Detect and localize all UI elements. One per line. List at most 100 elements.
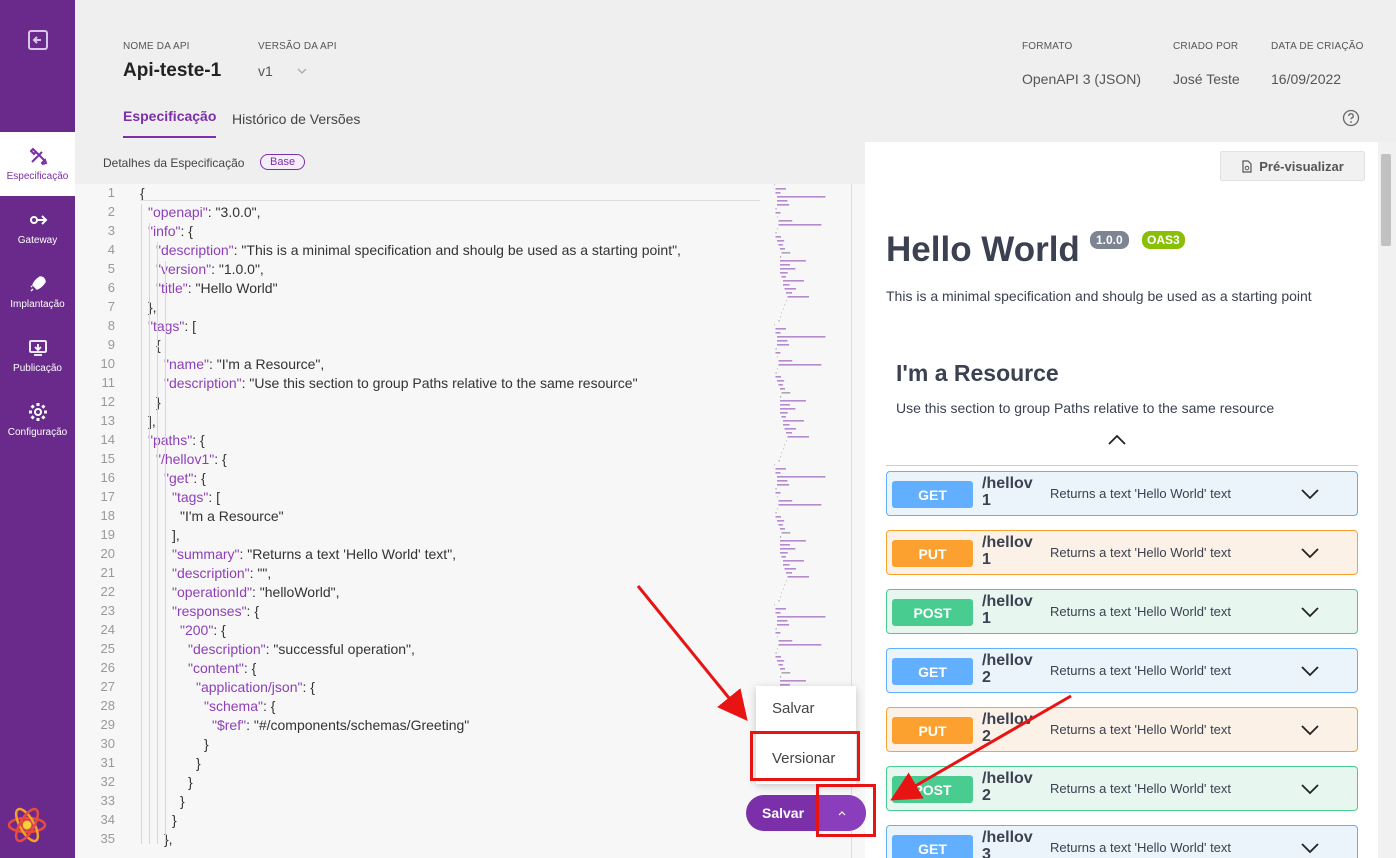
- operation-get[interactable]: GET/hellov 2 Returns a text 'Hello World'…: [886, 648, 1358, 693]
- code-line: "description": "successful operation",: [188, 641, 415, 657]
- line-number: 6: [107, 280, 115, 295]
- minimap-line: [781, 556, 786, 558]
- minimap-line: [786, 440, 787, 442]
- minimap-line: [781, 452, 783, 454]
- chevron-down-icon[interactable]: [1300, 546, 1320, 560]
- preview-title: Hello World: [886, 230, 1080, 269]
- line-number: 14: [100, 432, 115, 447]
- tag-name[interactable]: I'm a Resource: [896, 360, 1059, 387]
- minimap-line: [783, 560, 804, 562]
- minimap-line: [777, 620, 788, 622]
- operation-post[interactable]: POST/hellov 1 Returns a text 'Hello World…: [886, 589, 1358, 634]
- tab-historico[interactable]: Histórico de Versões: [232, 111, 360, 139]
- minimap-line: [781, 532, 791, 534]
- minimap-line: [777, 508, 778, 510]
- minimap-line: [780, 260, 806, 262]
- minimap-line: [777, 336, 826, 338]
- minimap-line: [781, 312, 783, 314]
- preview-scrollbar[interactable]: [1378, 142, 1396, 858]
- minimap-line: [777, 496, 778, 498]
- method-badge: PUT: [892, 540, 973, 567]
- api-name: Api-teste-1: [123, 60, 222, 81]
- minimap-line: [780, 316, 781, 318]
- code-line: }: [180, 793, 185, 809]
- indent-guide: [141, 204, 142, 844]
- minimap-line: [777, 368, 778, 370]
- code-line: "200": {: [180, 622, 226, 638]
- code-line: "tags": [: [172, 489, 221, 505]
- line-number: 30: [100, 736, 115, 751]
- minimap-line: [777, 520, 785, 522]
- minimap-line: [775, 372, 777, 374]
- minimap-line: [784, 428, 797, 430]
- chevron-down-icon[interactable]: [297, 66, 307, 76]
- version-select[interactable]: v1: [258, 63, 273, 79]
- minimap-line: [775, 332, 781, 334]
- minimap-line: [780, 256, 782, 258]
- sidebar: Especificação Gateway Implantação Publicaçã…: [0, 0, 75, 858]
- code-line: "content": {: [188, 660, 257, 676]
- help-icon[interactable]: [1342, 109, 1360, 127]
- menu-item-salvar[interactable]: Salvar: [772, 700, 815, 717]
- sidebar-item-configuracao[interactable]: Configuração: [0, 388, 75, 452]
- sidebar-item-gateway[interactable]: Gateway: [0, 196, 75, 260]
- minimap-line: [784, 584, 786, 586]
- operation-put[interactable]: PUT/hellov 1 Returns a text 'Hello World'…: [886, 530, 1358, 575]
- operation-get[interactable]: GET/hellov 1 Returns a text 'Hello World'…: [886, 471, 1358, 516]
- sidebar-item-implantacao[interactable]: Implantação: [0, 260, 75, 324]
- minimap-line: [777, 240, 785, 242]
- chevron-down-icon[interactable]: [1300, 605, 1320, 619]
- chevron-down-icon[interactable]: [1300, 487, 1320, 501]
- sidebar-item-especificacao[interactable]: Especificação: [0, 132, 75, 196]
- chevron-down-icon[interactable]: [1300, 841, 1320, 855]
- preview-button[interactable]: Pré-visualizar: [1220, 151, 1365, 181]
- preview-button-label: Pré-visualizar: [1259, 158, 1344, 174]
- method-badge: PUT: [892, 717, 973, 744]
- operation-path: /hellov 1: [982, 534, 1033, 568]
- minimap-line: [783, 588, 784, 590]
- minimap-line: [775, 212, 781, 214]
- code-line: "version": "1.0.0",: [156, 261, 264, 277]
- scrollbar-thumb[interactable]: [1381, 154, 1391, 246]
- chevron-up-icon[interactable]: [1106, 432, 1128, 448]
- minimap-line: [781, 276, 786, 278]
- minimap-line: [775, 376, 781, 378]
- line-number: 8: [107, 318, 115, 333]
- tools-icon: [29, 147, 47, 166]
- exit-button[interactable]: [0, 0, 75, 132]
- minimap-line: [780, 408, 796, 410]
- document-icon: [1242, 159, 1252, 173]
- line-number: 21: [100, 565, 115, 580]
- minimap-line: [775, 488, 777, 490]
- exit-icon: [27, 30, 48, 50]
- chevron-down-icon[interactable]: [1300, 723, 1320, 737]
- minimap-line: [780, 272, 788, 274]
- minimap-line: [777, 340, 788, 342]
- chevron-down-icon[interactable]: [1300, 664, 1320, 678]
- minimap-line: [774, 604, 775, 606]
- minimap-line: [778, 224, 822, 226]
- operation-path: /hellov 2: [982, 770, 1033, 804]
- operation-post[interactable]: POST/hellov 2 Returns a text 'Hello World…: [886, 766, 1358, 811]
- chevron-down-icon[interactable]: [1300, 782, 1320, 796]
- oas-badge: OAS3: [1142, 231, 1185, 249]
- api-name-label: NOME DA API: [123, 41, 190, 52]
- minimap-line: [775, 612, 781, 614]
- sidebar-item-publicacao[interactable]: Publicação: [0, 324, 75, 388]
- operation-summary: Returns a text 'Hello World' text: [1050, 663, 1232, 678]
- minimap-line: [778, 460, 780, 462]
- code-area[interactable]: 1 {2 "openapi": "3.0.0", 3 "info": {4 "descri…: [75, 184, 775, 858]
- line-number: 9: [107, 337, 115, 352]
- operation-put[interactable]: PUT/hellov 2 Returns a text 'Hello World'…: [886, 707, 1358, 752]
- minimap-line: [787, 576, 809, 578]
- line-number: 5: [107, 261, 115, 276]
- tab-especificacao[interactable]: Especificação: [123, 108, 217, 138]
- operation-summary: Returns a text 'Hello World' text: [1050, 545, 1232, 560]
- operation-get[interactable]: GET/hellov 3 Returns a text 'Hello World'…: [886, 825, 1358, 858]
- minimap-line: [784, 444, 786, 446]
- minimap-line: [784, 304, 786, 306]
- line-number: 17: [100, 489, 115, 504]
- minimap-line: [777, 356, 778, 358]
- preview-panel: Pré-visualizar Hello World 1.0.0 OAS3 Th…: [865, 142, 1378, 858]
- minimap-line: [786, 292, 793, 294]
